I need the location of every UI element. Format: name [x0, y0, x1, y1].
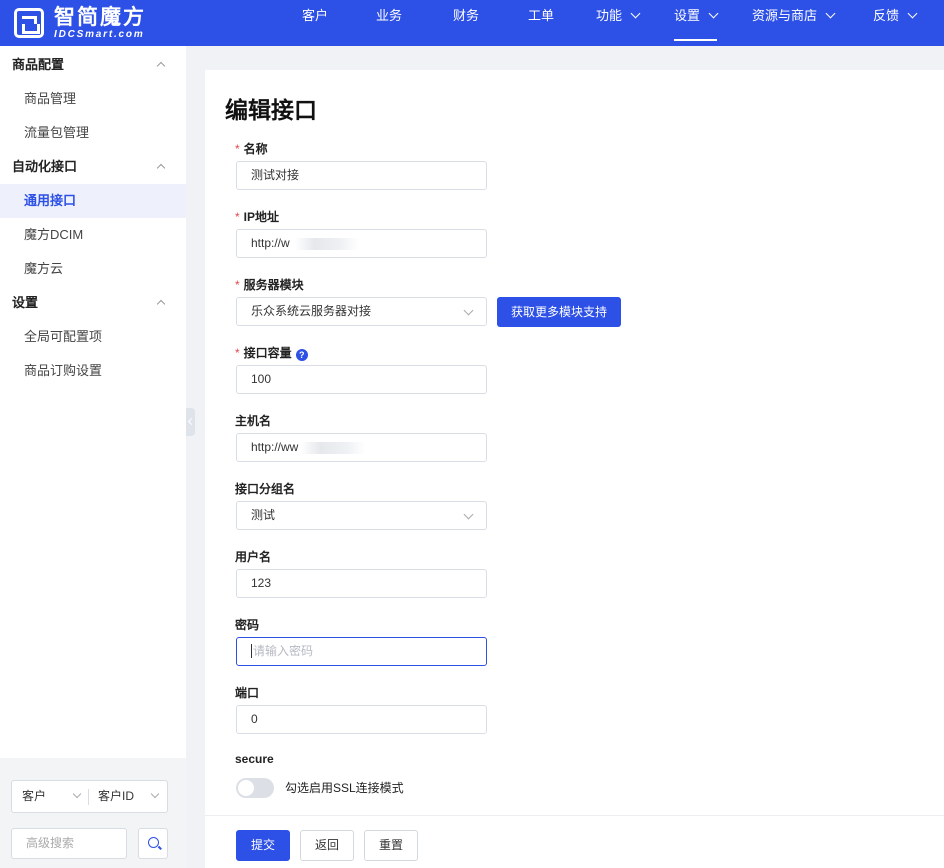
search-icon: [148, 837, 159, 848]
brand-name-en: IDCSmart.com: [54, 28, 145, 40]
sidebar-item-traffic-package[interactable]: 流量包管理: [0, 116, 186, 150]
nav-settings[interactable]: 设置: [674, 0, 719, 46]
port-input[interactable]: 0: [236, 705, 487, 734]
question-icon[interactable]: ?: [295, 349, 308, 361]
chevron-down-icon: [825, 8, 836, 19]
chevron-up-icon: [156, 299, 166, 309]
sidebar-item-generic-interface[interactable]: 通用接口: [0, 184, 186, 218]
sidebar-group-product-config[interactable]: 商品配置: [0, 48, 186, 82]
sidebar-item-cloud[interactable]: 魔方云: [0, 252, 186, 286]
password-label: 密码: [235, 618, 260, 632]
capacity-input[interactable]: 100: [236, 365, 487, 394]
form-action-bar: 提交 返回 重置: [205, 815, 944, 868]
sidebar: 商品配置 商品管理 流量包管理 自动化接口 通用接口 魔方DCIM 魔方云 设置…: [0, 46, 186, 868]
sidebar-group-settings[interactable]: 设置: [0, 286, 186, 320]
chevron-down-icon: [708, 8, 719, 19]
redaction-mask: [295, 238, 359, 250]
chevron-up-icon: [156, 61, 166, 71]
sidebar-search-area: 客户 客户ID 高级搜索: [0, 758, 186, 868]
group-select[interactable]: 测试: [236, 501, 487, 530]
sidebar-item-dcim[interactable]: 魔方DCIM: [0, 218, 186, 252]
sidebar-item-order-settings[interactable]: 商品订购设置: [0, 354, 186, 388]
nav-customers[interactable]: 客户: [302, 0, 328, 46]
chevron-down-icon: [463, 305, 474, 316]
module-label: * 服务器模块: [235, 278, 304, 292]
brand-name-cn: 智简魔方: [54, 5, 146, 29]
nav-feedback[interactable]: 反馈: [873, 0, 918, 46]
search-type-right: 客户ID: [98, 789, 135, 803]
page-title: 编辑接口: [225, 97, 317, 123]
password-input[interactable]: 请输入密码: [236, 637, 487, 666]
top-navbar: 智简魔方 IDCSmart.com 客户 业务 财务 工单 功能 设置 资源与商…: [0, 0, 944, 46]
search-type-left: 客户: [22, 789, 47, 803]
capacity-label: * 接口容量?: [235, 344, 308, 361]
chevron-down-icon: [72, 789, 82, 799]
brand-logo[interactable]: 智简魔方 IDCSmart.com: [14, 6, 146, 40]
group-label: 接口分组名: [235, 482, 296, 496]
chevron-up-icon: [156, 163, 166, 173]
submit-button[interactable]: 提交: [236, 830, 290, 861]
nav-tickets[interactable]: 工单: [528, 0, 554, 46]
sidebar-item-global-config[interactable]: 全局可配置项: [0, 320, 186, 354]
module-select[interactable]: 乐众系统云服务器对接: [236, 297, 487, 326]
name-label: * 名称: [235, 142, 268, 156]
chevron-down-icon: [150, 789, 160, 799]
search-button[interactable]: [138, 828, 168, 859]
logo-mark-icon: [14, 8, 44, 38]
ip-label: * IP地址: [235, 210, 280, 224]
chevron-down-icon: [463, 509, 474, 520]
name-input[interactable]: 测试对接: [236, 161, 487, 190]
nav-features[interactable]: 功能: [596, 0, 641, 46]
ssl-toggle[interactable]: [236, 778, 274, 798]
sidebar-group-automation[interactable]: 自动化接口: [0, 150, 186, 184]
text-cursor: [251, 644, 252, 658]
get-more-modules-button[interactable]: 获取更多模块支持: [497, 297, 621, 327]
ssl-toggle-label: 勾选启用SSL连接模式: [285, 781, 404, 795]
sidebar-item-product-management[interactable]: 商品管理: [0, 82, 186, 116]
username-input[interactable]: 123: [236, 569, 487, 598]
ip-input[interactable]: http://w: [236, 229, 487, 258]
nav-resources-store[interactable]: 资源与商店: [752, 0, 836, 46]
port-label: 端口: [235, 686, 260, 700]
hostname-input[interactable]: http://ww: [236, 433, 487, 462]
redaction-mask: [301, 442, 365, 454]
secure-label: secure: [235, 752, 274, 766]
back-button[interactable]: 返回: [300, 830, 354, 861]
advanced-search-input[interactable]: 高级搜索: [11, 828, 127, 859]
sidebar-collapse-handle[interactable]: [186, 408, 195, 436]
chevron-down-icon: [907, 8, 918, 19]
nav-business[interactable]: 业务: [376, 0, 402, 46]
search-type-select[interactable]: 客户 客户ID: [11, 780, 168, 813]
edit-interface-panel: 编辑接口 * 名称 测试对接 * IP地址 http://w * 服务器模块 乐众系统…: [205, 70, 944, 868]
chevron-down-icon: [630, 8, 641, 19]
reset-button[interactable]: 重置: [364, 830, 418, 861]
hostname-label: 主机名: [235, 414, 272, 428]
nav-finance[interactable]: 财务: [453, 0, 479, 46]
username-label: 用户名: [235, 550, 272, 564]
